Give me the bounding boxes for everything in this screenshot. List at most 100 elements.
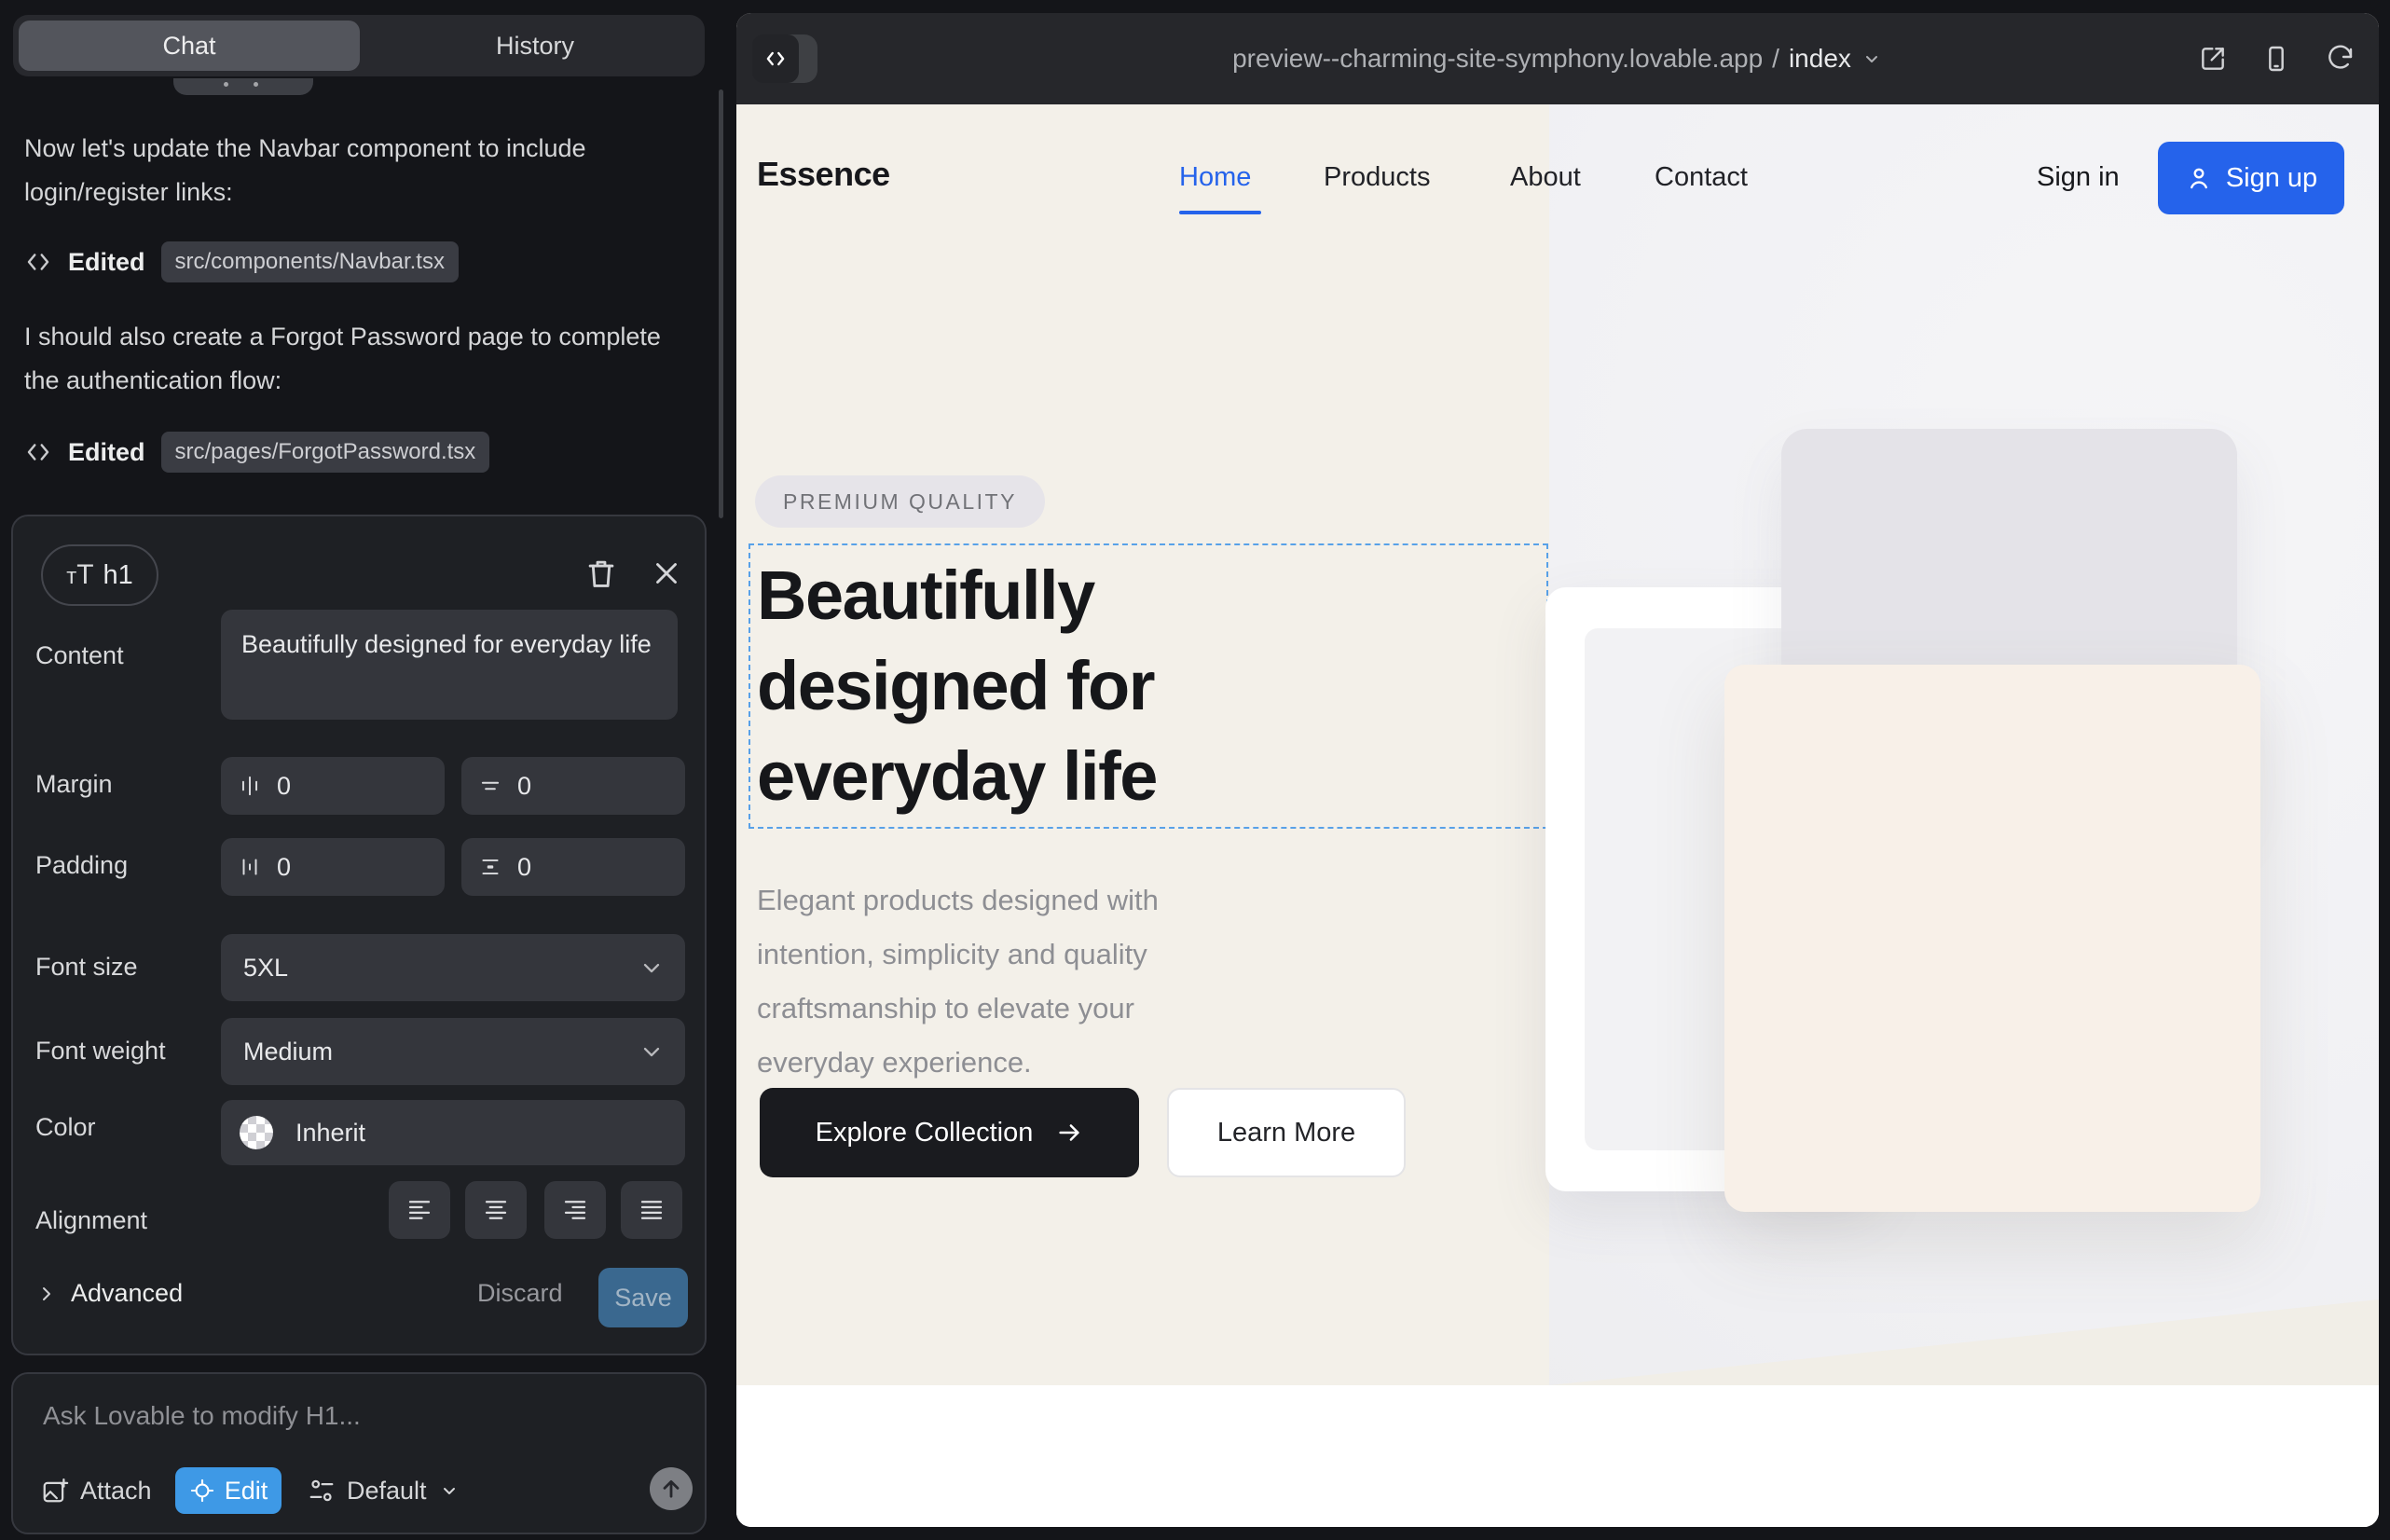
delete-element-button[interactable] [584,556,619,591]
preview-browser-frame: preview--charming-site-symphony.lovable.… [736,13,2379,1527]
active-nav-underline [1179,211,1261,214]
align-center-button[interactable] [465,1181,527,1239]
hero-section: Essence Home Products About Contact Sign… [736,104,2379,1385]
sidebar-tabs: Chat History [13,15,705,76]
code-icon [24,438,52,466]
hero-badge: PREMIUM QUALITY [755,475,1045,528]
color-select[interactable]: Inherit [221,1100,685,1165]
sign-in-link[interactable]: Sign in [2037,162,2120,193]
arrow-right-icon [1055,1119,1083,1147]
padding-vertical-icon [478,855,502,879]
attach-label: Attach [80,1477,152,1506]
margin-horizontal-icon [238,774,262,798]
edit-label: Edit [225,1477,268,1506]
content-textarea[interactable]: Beautifully designed for everyday life [221,610,678,720]
file-badge[interactable]: src/components/Navbar.tsx [161,241,459,282]
site-logo[interactable]: Essence [757,155,890,194]
element-editor-panel: тT h1 Content Beautifully designed for e… [11,515,707,1355]
nav-link-contact[interactable]: Contact [1655,162,1748,193]
target-icon [189,1478,215,1504]
padding-label: Padding [35,851,128,880]
chat-sidebar: Chat History Now let's update the Navbar… [0,0,724,1540]
margin-vertical-icon [478,774,502,798]
mobile-view-icon[interactable] [2261,44,2291,74]
explore-collection-button[interactable]: Explore Collection [760,1088,1139,1177]
lovable-editor-window: Chat History Now let's update the Navbar… [0,0,2390,1540]
margin-y-input[interactable]: 0 [461,757,685,815]
assistant-message: I should also create a Forgot Password p… [24,315,677,403]
chat-input[interactable] [41,1400,660,1432]
section-below-hero [736,1385,2379,1527]
edited-file-row: Edited src/pages/ForgotPassword.tsx [24,431,489,474]
advanced-label: Advanced [71,1279,183,1308]
align-justify-button[interactable] [621,1181,682,1239]
padding-x-input[interactable]: 0 [221,838,445,896]
site-viewport: Essence Home Products About Contact Sign… [736,104,2379,1527]
nav-link-products[interactable]: Products [1324,162,1430,193]
discard-button[interactable]: Discard [477,1279,563,1308]
nav-link-home[interactable]: Home [1179,162,1251,193]
edited-label: Edited [68,438,145,467]
close-icon[interactable] [649,556,684,591]
decorative-card-cream [1724,665,2260,1212]
save-button[interactable]: Save [598,1268,688,1327]
font-size-label: Font size [35,953,138,982]
chevron-down-icon [639,955,665,981]
url-separator: / [1772,44,1779,74]
hero-subtext: Elegant products designed with intention… [757,873,1228,1090]
margin-x-input[interactable]: 0 [221,757,445,815]
selected-element-pill[interactable]: тT h1 [41,544,158,606]
margin-x-value: 0 [277,772,291,801]
font-weight-label: Font weight [35,1037,166,1066]
alignment-label: Alignment [35,1206,147,1235]
padding-y-value: 0 [517,853,531,882]
padding-y-input[interactable]: 0 [461,838,685,896]
chevron-down-icon [639,1038,665,1065]
chat-scrollbar[interactable] [719,89,723,518]
explore-collection-label: Explore Collection [816,1118,1034,1148]
tab-chat[interactable]: Chat [19,21,360,71]
chevron-down-icon[interactable] [1861,48,1883,70]
file-badge[interactable]: src/pages/ForgotPassword.tsx [161,432,490,473]
open-external-icon[interactable] [2198,44,2228,74]
padding-horizontal-icon [238,855,262,879]
refresh-icon[interactable] [2325,44,2355,74]
send-button[interactable] [650,1467,693,1510]
browser-actions [2198,13,2355,104]
scrolled-message-peek [173,78,313,95]
color-label: Color [35,1113,96,1142]
model-selector[interactable]: Default [308,1467,460,1514]
margin-label: Margin [35,770,113,799]
margin-y-value: 0 [517,772,531,801]
font-weight-value: Medium [243,1038,333,1066]
assistant-message: Now let's update the Navbar component to… [24,127,677,214]
code-icon[interactable] [752,34,799,83]
color-value: Inherit [295,1119,365,1148]
url-bar[interactable]: preview--charming-site-symphony.lovable.… [736,13,2379,104]
sign-up-button[interactable]: Sign up [2158,142,2344,214]
sliders-icon [308,1477,336,1505]
code-preview-toggle[interactable] [752,34,817,83]
font-weight-select[interactable]: Medium [221,1018,685,1085]
nav-link-about[interactable]: About [1510,162,1581,193]
type-icon: тT [66,559,93,591]
url-page: index [1789,44,1851,74]
attach-button[interactable]: Attach [41,1467,152,1514]
chevron-right-icon [35,1283,58,1305]
chat-input-box: Attach Edit Default [11,1372,707,1534]
align-left-button[interactable] [389,1181,450,1239]
padding-x-value: 0 [277,853,291,882]
color-swatch [240,1116,273,1149]
advanced-toggle[interactable]: Advanced [35,1279,183,1308]
font-size-select[interactable]: 5XL [221,934,685,1001]
content-label: Content [35,641,124,670]
default-label: Default [347,1477,427,1506]
sign-up-label: Sign up [2226,163,2317,194]
align-right-button[interactable] [544,1181,606,1239]
tab-history[interactable]: History [365,15,705,76]
learn-more-button[interactable]: Learn More [1167,1088,1406,1177]
edit-mode-button[interactable]: Edit [175,1467,282,1514]
hero-headline[interactable]: Beautifully designed for everyday life [757,550,1298,821]
user-icon [2185,164,2213,192]
url-host: preview--charming-site-symphony.lovable.… [1232,44,1763,74]
